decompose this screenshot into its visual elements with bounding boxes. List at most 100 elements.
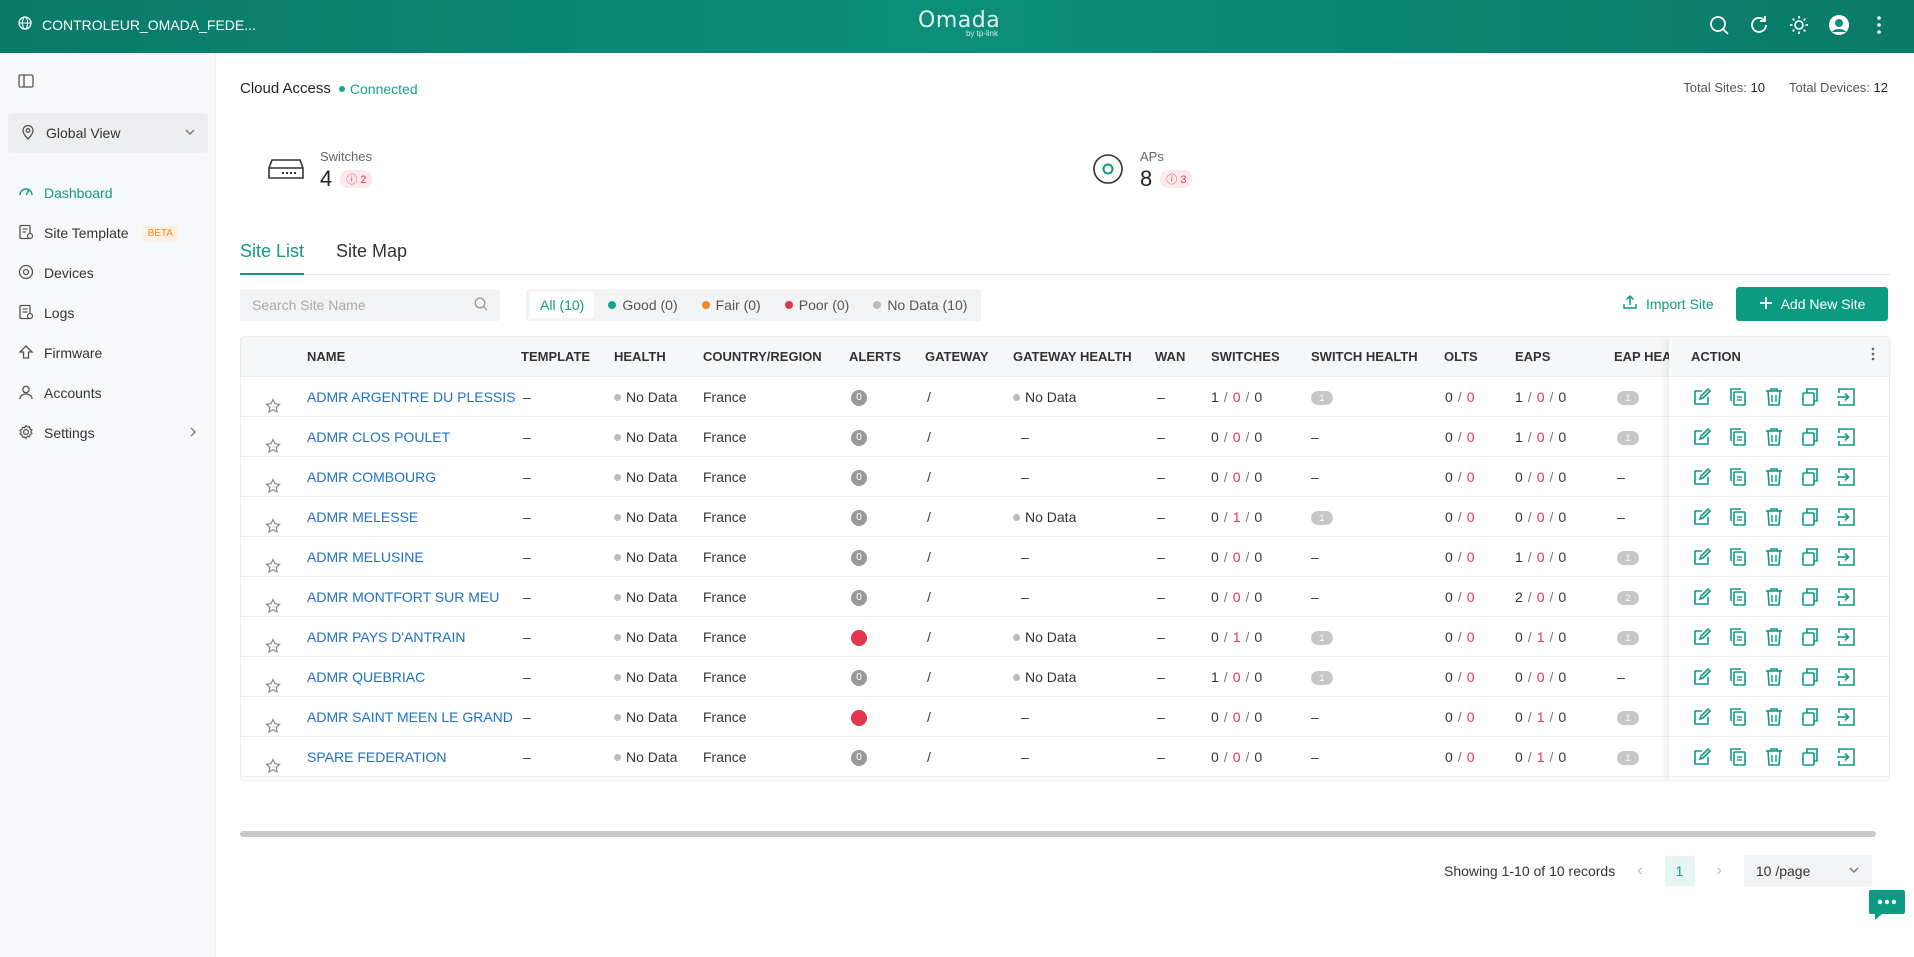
edit-icon[interactable] (1691, 386, 1713, 408)
site-name-link[interactable]: ADMR ARGENTRE DU PLESSIS (307, 377, 516, 417)
delete-icon[interactable] (1763, 746, 1785, 768)
add-new-site-button[interactable]: Add New Site (1736, 287, 1888, 321)
launch-icon[interactable] (1835, 586, 1857, 608)
favorite-star-icon[interactable] (265, 417, 281, 457)
delete-icon[interactable] (1763, 706, 1785, 728)
sidebar-item-devices[interactable]: Devices (0, 253, 216, 293)
launch-icon[interactable] (1835, 506, 1857, 528)
horizontal-scrollbar[interactable] (240, 831, 1876, 837)
alerts-cell[interactable]: 0 (851, 537, 867, 577)
copy-icon[interactable] (1727, 466, 1749, 488)
alerts-cell[interactable]: 0 (851, 497, 867, 537)
copy-icon[interactable] (1727, 706, 1749, 728)
launch-icon[interactable] (1835, 546, 1857, 568)
site-name-link[interactable]: ADMR COMBOURG (307, 457, 436, 497)
eap-health-pill[interactable]: 1 (1617, 631, 1639, 646)
sidebar-item-site-template[interactable]: Site Template BETA (0, 213, 216, 253)
launch-icon[interactable] (1835, 746, 1857, 768)
copy-icon[interactable] (1727, 746, 1749, 768)
alerts-badge[interactable]: 0 (851, 390, 867, 407)
clone-icon[interactable] (1799, 666, 1821, 688)
alerts-badge[interactable]: 1 (851, 710, 867, 727)
switch-health-pill[interactable]: 1 (1311, 511, 1333, 526)
site-name-link[interactable]: ADMR MELUSINE (307, 537, 424, 577)
alerts-cell[interactable]: 0 (851, 417, 867, 457)
filter-no-data[interactable]: No Data (10) (863, 292, 977, 318)
avatar[interactable] (1828, 14, 1850, 36)
alerts-badge[interactable]: 0 (851, 590, 867, 607)
alerts-cell[interactable]: 0 (851, 657, 867, 697)
alerts-cell[interactable]: 0 (851, 737, 867, 777)
switches-stat[interactable]: Switches 4 ⓘ 2 (268, 149, 373, 192)
clone-icon[interactable] (1799, 706, 1821, 728)
switch-health-pill[interactable]: 1 (1311, 391, 1333, 406)
edit-icon[interactable] (1691, 506, 1713, 528)
favorite-star-icon[interactable] (265, 497, 281, 537)
tab-site-map[interactable]: Site Map (336, 231, 407, 274)
delete-icon[interactable] (1763, 506, 1785, 528)
eap-health-pill[interactable]: 2 (1617, 591, 1639, 606)
filter-fair[interactable]: Fair (0) (692, 292, 771, 318)
clone-icon[interactable] (1799, 746, 1821, 768)
edit-icon[interactable] (1691, 706, 1713, 728)
eap-health-pill[interactable]: 1 (1617, 391, 1639, 406)
search-input[interactable] (252, 297, 462, 313)
edit-icon[interactable] (1691, 426, 1713, 448)
filter-all[interactable]: All (10) (530, 292, 595, 318)
eap-health-pill[interactable]: 1 (1617, 711, 1639, 726)
site-name-link[interactable]: ADMR MONTFORT SUR MEU (307, 577, 499, 617)
clone-icon[interactable] (1799, 626, 1821, 648)
aps-alert-badge[interactable]: ⓘ 3 (1160, 170, 1193, 188)
alerts-cell[interactable]: 0 (851, 577, 867, 617)
favorite-star-icon[interactable] (265, 617, 281, 657)
delete-icon[interactable] (1763, 586, 1785, 608)
alerts-badge[interactable]: 0 (851, 750, 867, 767)
column-settings-icon[interactable] (1871, 337, 1875, 377)
launch-icon[interactable] (1835, 466, 1857, 488)
alerts-cell[interactable]: 1 (851, 697, 867, 737)
site-name-link[interactable]: ADMR PAYS D'ANTRAIN (307, 617, 466, 657)
launch-icon[interactable] (1835, 426, 1857, 448)
copy-icon[interactable] (1727, 586, 1749, 608)
clone-icon[interactable] (1799, 466, 1821, 488)
next-page-icon[interactable]: › (1717, 862, 1722, 880)
alerts-badge[interactable]: 0 (851, 430, 867, 447)
col-name[interactable]: NAME (307, 337, 345, 377)
clone-icon[interactable] (1799, 586, 1821, 608)
eap-health-pill[interactable]: 1 (1617, 431, 1639, 446)
clone-icon[interactable] (1799, 506, 1821, 528)
launch-icon[interactable] (1835, 706, 1857, 728)
switch-health-pill[interactable]: 1 (1311, 671, 1333, 686)
sidebar-item-accounts[interactable]: Accounts (0, 373, 216, 413)
delete-icon[interactable] (1763, 426, 1785, 448)
copy-icon[interactable] (1727, 506, 1749, 528)
edit-icon[interactable] (1691, 666, 1713, 688)
delete-icon[interactable] (1763, 666, 1785, 688)
cloud-status[interactable]: Connected (338, 81, 418, 97)
edit-icon[interactable] (1691, 746, 1713, 768)
alerts-cell[interactable]: 1 (851, 617, 867, 657)
copy-icon[interactable] (1727, 626, 1749, 648)
favorite-star-icon[interactable] (265, 657, 281, 697)
favorite-star-icon[interactable] (265, 457, 281, 497)
sidebar-item-settings[interactable]: Settings (0, 413, 216, 453)
alerts-badge[interactable]: 0 (851, 470, 867, 487)
import-site-button[interactable]: Import Site (1622, 294, 1714, 313)
eap-health-pill[interactable]: 1 (1617, 751, 1639, 766)
site-name-link[interactable]: ADMR CLOS POULET (307, 417, 450, 457)
delete-icon[interactable] (1763, 466, 1785, 488)
controller-selector[interactable]: CONTROLEUR_OMADA_FEDE... (18, 16, 256, 33)
clone-icon[interactable] (1799, 386, 1821, 408)
edit-icon[interactable] (1691, 546, 1713, 568)
copy-icon[interactable] (1727, 426, 1749, 448)
edit-icon[interactable] (1691, 626, 1713, 648)
launch-icon[interactable] (1835, 626, 1857, 648)
alerts-badge[interactable]: 0 (851, 510, 867, 527)
favorite-star-icon[interactable] (265, 697, 281, 737)
site-name-link[interactable]: ADMR SAINT MEEN LE GRAND (307, 697, 513, 737)
copy-icon[interactable] (1727, 666, 1749, 688)
alerts-cell[interactable]: 0 (851, 377, 867, 417)
sidebar-item-logs[interactable]: Logs (0, 293, 216, 333)
filter-poor[interactable]: Poor (0) (775, 292, 860, 318)
col-alerts[interactable]: ALERTS (849, 337, 901, 377)
